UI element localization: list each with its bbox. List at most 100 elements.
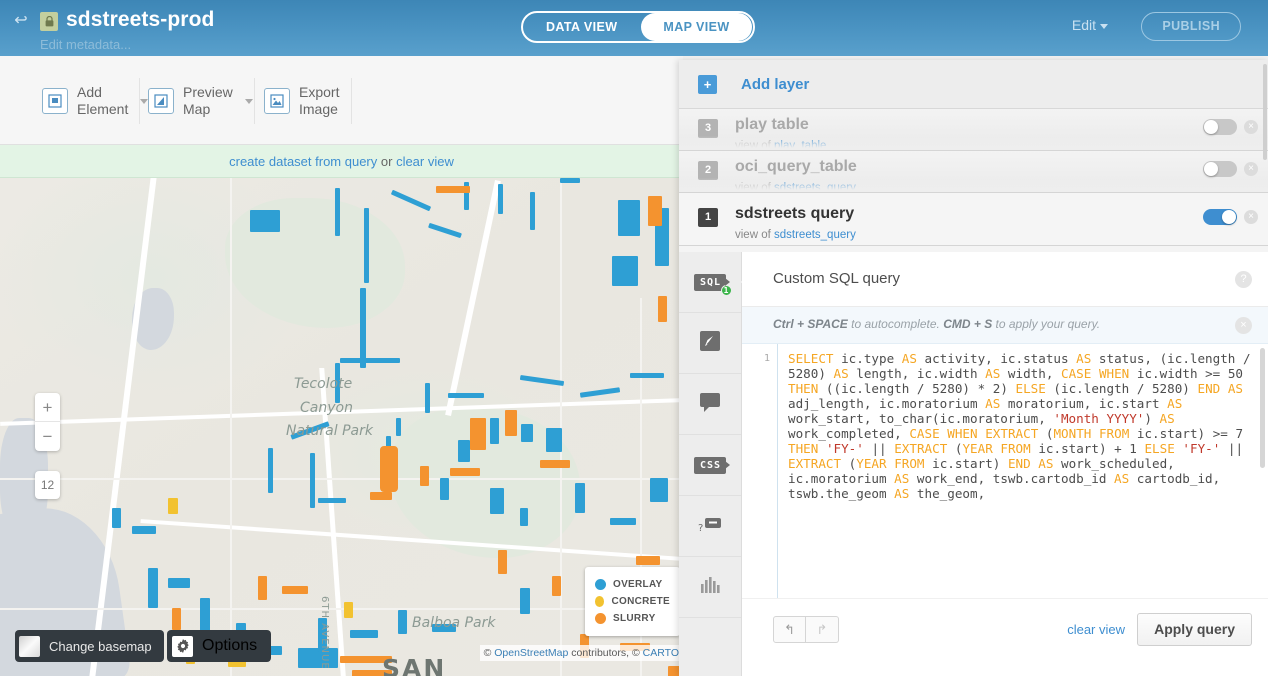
tab-map-view[interactable]: MAP VIEW — [641, 13, 751, 41]
map-road-minor-1 — [0, 478, 683, 480]
element-icon — [42, 88, 68, 114]
chevron-down-icon — [1100, 24, 1108, 29]
undo-icon[interactable]: ↰ — [773, 616, 806, 643]
sql-line-gutter: 1 — [742, 344, 778, 598]
publish-button[interactable]: PUBLISH — [1141, 12, 1241, 41]
map-segment — [612, 256, 638, 286]
map-road-minor-4 — [560, 178, 562, 676]
sql-editor-scrollbar[interactable] — [1260, 348, 1265, 468]
map-segment — [340, 358, 400, 363]
rail-item-analysis[interactable] — [679, 557, 741, 618]
sql-code-text[interactable]: SELECT ic.type AS activity, ic.status AS… — [788, 351, 1252, 501]
css-icon: CSS — [694, 457, 726, 474]
map-label-tecolote: Tecolote — [294, 376, 352, 392]
layer-remove-button[interactable]: × — [1244, 210, 1258, 224]
help-question-icon[interactable]: ? — [1235, 271, 1252, 288]
map-zoom-controls[interactable]: + − — [35, 393, 60, 451]
edit-menu-button[interactable]: Edit — [1072, 17, 1108, 33]
legend-label: CONCRETE — [611, 596, 670, 607]
edit-metadata-link[interactable]: Edit metadata... — [40, 37, 131, 52]
map-segment — [470, 418, 486, 450]
clear-view-link[interactable]: clear view — [396, 154, 454, 169]
hint-mid-2: to apply your query. — [992, 317, 1100, 331]
tab-data-view[interactable]: DATA VIEW — [524, 13, 639, 41]
legend-color-swatch — [595, 613, 606, 624]
attribution-prefix: © — [484, 647, 495, 659]
editor-icon-rail: SQL1 CSS ? — [679, 252, 742, 676]
layer-source-link[interactable]: play_table — [774, 140, 826, 151]
rail-item-css[interactable]: CSS — [679, 435, 741, 496]
add-layer-button[interactable]: + Add layer — [679, 60, 1268, 109]
sql-panel-title: Custom SQL query — [773, 270, 900, 287]
openstreetmap-link[interactable]: OpenStreetMap — [494, 647, 568, 659]
query-status-text: create dataset from query or clear view — [229, 154, 454, 169]
layer-remove-button[interactable]: × — [1244, 120, 1258, 134]
toolbar-divider — [254, 78, 255, 124]
zoom-in-button[interactable]: + — [35, 393, 60, 422]
layer-remove-button[interactable]: × — [1244, 162, 1258, 176]
map-segment — [344, 602, 353, 618]
map-segment — [398, 610, 407, 634]
change-basemap-button[interactable]: Change basemap — [15, 630, 164, 662]
map-label-balboa-park: Balboa Park — [412, 615, 495, 631]
line-number: 1 — [742, 344, 777, 364]
close-x-icon[interactable]: × — [1235, 317, 1252, 334]
edit-menu-label: Edit — [1072, 17, 1096, 33]
layer-visibility-toggle[interactable] — [1203, 209, 1237, 225]
legend-item: SLURRY — [595, 610, 670, 627]
map-segment — [440, 478, 449, 500]
map-segment — [540, 460, 570, 468]
create-dataset-from-query-link[interactable]: create dataset from query — [229, 154, 377, 169]
clear-view-button[interactable]: clear view — [1067, 622, 1125, 637]
back-arrow-icon[interactable]: ↩ — [12, 12, 30, 30]
add-element-label: Add Element — [77, 84, 128, 118]
preview-map-label: Preview Map — [183, 84, 233, 118]
page-title: sdstreets-prod — [66, 8, 214, 32]
layer-visibility-toggle[interactable] — [1203, 119, 1237, 135]
zoom-out-button[interactable]: − — [35, 422, 60, 451]
map-segment — [575, 483, 585, 513]
map-container[interactable]: Tecolote Canyon Natural Park Balboa Park… — [0, 178, 683, 676]
map-segment — [425, 383, 430, 413]
map-segment — [498, 184, 503, 214]
rail-item-wizard[interactable] — [679, 313, 741, 374]
layer-name: play table — [735, 116, 809, 134]
map-segment — [560, 178, 580, 183]
redo-icon[interactable]: ↱ — [806, 616, 839, 643]
layer-source-link[interactable]: sdstreets_query — [774, 182, 856, 193]
export-image-button[interactable]: Export Image — [264, 76, 339, 126]
chevron-down-icon[interactable] — [245, 99, 253, 104]
map-canvas[interactable]: Tecolote Canyon Natural Park Balboa Park… — [0, 178, 683, 676]
chart-bars-icon — [699, 576, 721, 599]
rail-item-sql[interactable]: SQL1 — [679, 252, 741, 313]
map-segment — [448, 393, 484, 398]
layer-visibility-toggle[interactable] — [1203, 161, 1237, 177]
layer-row-oci-query-table[interactable]: 2 oci_query_table view of sdstreets_quer… — [679, 151, 1268, 193]
preview-map-button[interactable]: Preview Map — [148, 76, 253, 126]
rail-item-infowindow[interactable] — [679, 374, 741, 435]
add-element-button[interactable]: Add Element — [42, 76, 148, 126]
view-switcher: DATA VIEW MAP VIEW — [521, 11, 755, 43]
toolbar-divider — [139, 78, 140, 124]
sql-icon: SQL1 — [694, 274, 726, 291]
map-segment — [648, 196, 662, 226]
layer-name: sdstreets query — [735, 205, 854, 223]
legend-item: OVERLAY — [595, 576, 670, 593]
layer-source-link[interactable]: sdstreets_query — [774, 229, 856, 241]
right-panel-scrollbar[interactable] — [1263, 64, 1267, 160]
carto-link[interactable]: CARTO — [643, 647, 679, 659]
app-header: ↩ sdstreets-prod Edit metadata... DATA V… — [0, 0, 1268, 56]
layer-row-sdstreets-query[interactable]: 1 sdstreets query view of sdstreets_quer… — [679, 193, 1268, 246]
query-status-bar: create dataset from query or clear view — [0, 145, 683, 178]
rail-item-legend[interactable]: ? — [679, 496, 741, 557]
sql-code-area[interactable]: 1 SELECT ic.type AS activity, ic.status … — [742, 344, 1268, 598]
map-segment — [370, 492, 392, 500]
layer-row-play-table[interactable]: 3 play table view of play_table × — [679, 109, 1268, 151]
basemap-thumbnail-icon — [19, 636, 40, 657]
map-options-button[interactable]: Options — [167, 630, 271, 662]
map-segment — [458, 440, 470, 462]
gear-icon — [172, 636, 193, 657]
legend-color-swatch — [595, 579, 606, 590]
legend-tag-icon: ? — [698, 515, 722, 538]
apply-query-button[interactable]: Apply query — [1137, 613, 1252, 646]
